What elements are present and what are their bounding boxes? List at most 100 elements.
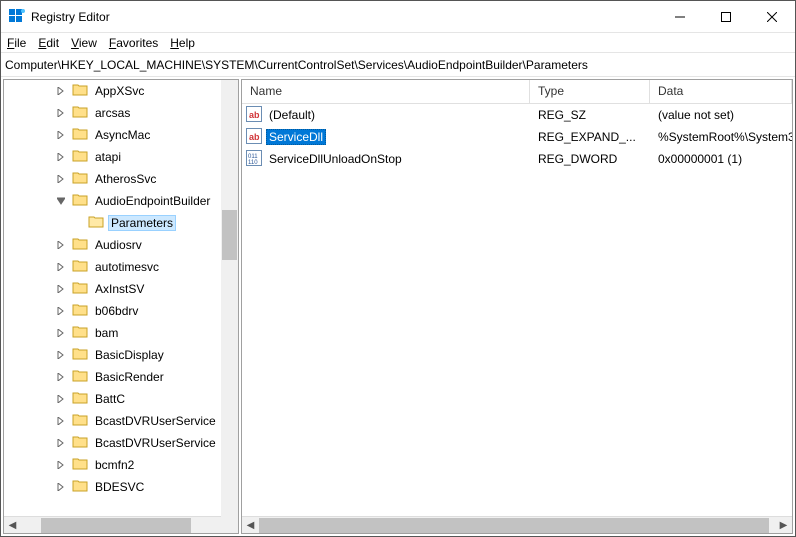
tree-vertical-scrollbar[interactable] [221,80,238,533]
value-data: 0x00000001 (1) [650,152,792,166]
folder-icon [68,456,92,475]
tree-item[interactable]: arcsas [4,102,238,124]
list-header-row: Name Type Data [242,80,792,104]
dword-value-icon: 011 110 [246,150,262,169]
chevron-right-icon[interactable] [54,458,68,472]
folder-icon [68,126,92,145]
tree-item-label: BattC [92,391,128,407]
tree-item[interactable]: BasicRender [4,366,238,388]
chevron-right-icon[interactable] [54,260,68,274]
column-header-name[interactable]: Name [242,80,530,103]
regedit-icon [9,9,25,25]
chevron-right-icon[interactable] [54,84,68,98]
column-header-data[interactable]: Data [650,80,792,103]
tree-item-label: BasicDisplay [92,347,167,363]
chevron-right-icon[interactable] [54,172,68,186]
tree-item[interactable]: BcastDVRUserService [4,432,238,454]
minimize-button[interactable] [657,1,703,33]
tree-item[interactable]: bcmfn2 [4,454,238,476]
folder-icon [68,258,92,277]
tree-item[interactable]: AsyncMac [4,124,238,146]
value-type: REG_DWORD [530,152,650,166]
tree-item[interactable]: atapi [4,146,238,168]
tree-item[interactable]: BcastDVRUserService [4,410,238,432]
tree-item[interactable]: Parameters [4,212,238,234]
maximize-button[interactable] [703,1,749,33]
folder-icon [68,192,92,211]
tree-item-label: BcastDVRUserService [92,413,219,429]
tree-item-label: AudioEndpointBuilder [92,193,213,209]
tree-item[interactable]: AppXSvc [4,80,238,102]
scroll-right-icon[interactable]: ▶ [775,517,792,534]
tree-item-label: bcmfn2 [92,457,137,473]
window-title: Registry Editor [31,10,110,24]
tree-item[interactable]: BattC [4,388,238,410]
close-button[interactable] [749,1,795,33]
tree-item[interactable]: BasicDisplay [4,344,238,366]
address-bar: Computer\HKEY_LOCAL_MACHINE\SYSTEM\Curre… [1,53,795,77]
folder-icon [68,434,92,453]
tree-item[interactable]: BDESVC [4,476,238,498]
value-name: ServiceDll [266,129,326,145]
chevron-right-icon[interactable] [54,392,68,406]
tree-item[interactable]: AtherosSvc [4,168,238,190]
menu-edit[interactable]: Edit [38,36,59,50]
tree-item-label: Audiosrv [92,237,145,253]
folder-icon [68,390,92,409]
folder-icon [68,236,92,255]
tree-item-label: BasicRender [92,369,167,385]
tree-item-label: atapi [92,149,124,165]
value-row[interactable]: ab (Default)REG_SZ(value not set) [242,104,792,126]
value-name: ServiceDllUnloadOnStop [266,151,405,167]
menu-view[interactable]: View [71,36,97,50]
column-header-type[interactable]: Type [530,80,650,103]
string-value-icon: ab [246,128,262,147]
chevron-right-icon[interactable] [54,282,68,296]
tree-item[interactable]: AudioEndpointBuilder [4,190,238,212]
address-text[interactable]: Computer\HKEY_LOCAL_MACHINE\SYSTEM\Curre… [5,58,588,72]
tree-pane: AppXSvc arcsas AsyncMac atapi AtherosSvc… [3,79,239,534]
scroll-left-icon[interactable]: ◀ [4,517,21,534]
chevron-right-icon[interactable] [54,128,68,142]
menu-help[interactable]: Help [170,36,195,50]
tree-item-label: BcastDVRUserService [92,435,219,451]
folder-icon [68,104,92,123]
tree-toggle-empty [70,216,84,230]
tree-item[interactable]: b06bdrv [4,300,238,322]
chevron-right-icon[interactable] [54,238,68,252]
tree-item-label: BDESVC [92,479,147,495]
menu-favorites[interactable]: Favorites [109,36,158,50]
folder-icon [68,82,92,101]
chevron-right-icon[interactable] [54,414,68,428]
list-body[interactable]: ab (Default)REG_SZ(value not set) ab Ser… [242,104,792,516]
value-type: REG_EXPAND_... [530,130,650,144]
chevron-right-icon[interactable] [54,480,68,494]
chevron-right-icon[interactable] [54,348,68,362]
chevron-down-icon[interactable] [54,194,68,208]
tree-item[interactable]: Audiosrv [4,234,238,256]
list-horizontal-scrollbar[interactable]: ◀ ▶ [242,516,792,533]
scroll-left-icon[interactable]: ◀ [242,517,259,534]
chevron-right-icon[interactable] [54,436,68,450]
title-bar: Registry Editor [1,1,795,33]
menu-file[interactable]: File [7,36,26,50]
tree-horizontal-scrollbar[interactable]: ◀ ▶ [4,516,238,533]
tree-scroll-area[interactable]: AppXSvc arcsas AsyncMac atapi AtherosSvc… [4,80,238,516]
value-row[interactable]: ab ServiceDllREG_EXPAND_...%SystemRoot%\… [242,126,792,148]
chevron-right-icon[interactable] [54,304,68,318]
chevron-right-icon[interactable] [54,326,68,340]
menu-bar: File Edit View Favorites Help [1,33,795,53]
svg-text:ab: ab [249,110,260,120]
string-value-icon: ab [246,106,262,125]
tree-item[interactable]: autotimesvc [4,256,238,278]
chevron-right-icon[interactable] [54,106,68,120]
folder-icon [68,280,92,299]
tree-item[interactable]: AxInstSV [4,278,238,300]
tree-item-label: AppXSvc [92,83,147,99]
chevron-right-icon[interactable] [54,370,68,384]
value-row[interactable]: 011 110 ServiceDllUnloadOnStop REG_DWORD0… [242,148,792,170]
tree-item[interactable]: bam [4,322,238,344]
value-data: (value not set) [650,108,792,122]
tree-item-label: b06bdrv [92,303,141,319]
chevron-right-icon[interactable] [54,150,68,164]
